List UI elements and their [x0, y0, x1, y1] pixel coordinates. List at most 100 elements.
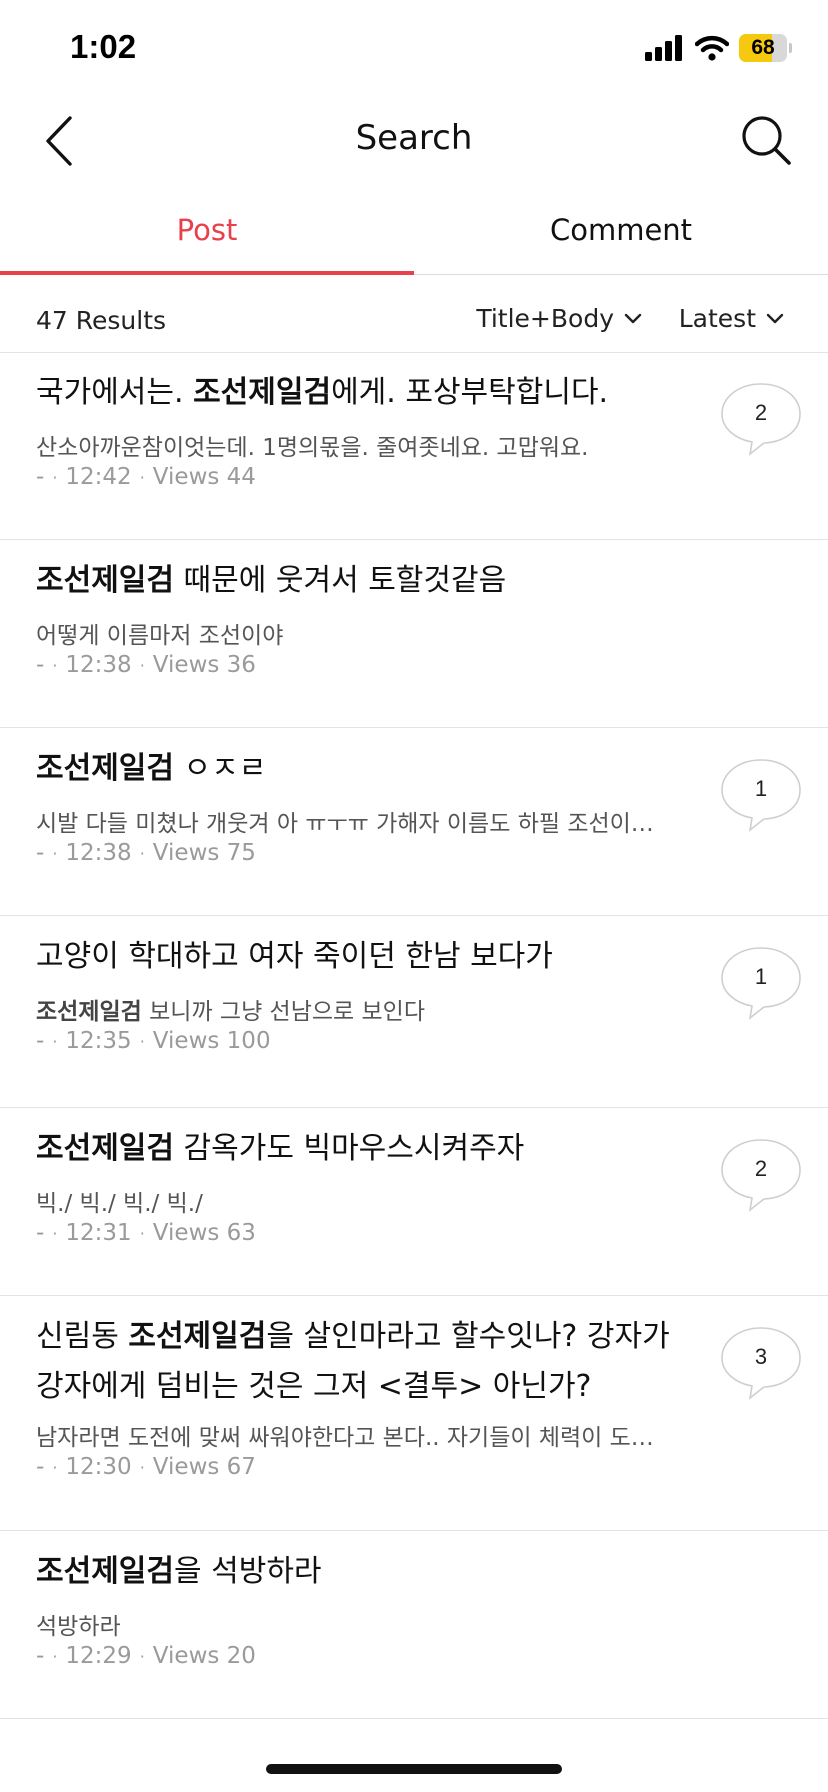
- post-title-text: 감옥가도 빅마우스시켜주자: [174, 1131, 525, 1166]
- post-views: Views 36: [152, 652, 256, 678]
- post-item[interactable]: 국가에서는. 조선제일검에게. 포상부탁합니다. 산소아까운참이엇는데. 1명의몫…: [0, 352, 828, 540]
- meta-separator: ·: [139, 468, 145, 487]
- meta-separator: ·: [139, 1032, 145, 1051]
- post-views: Views 44: [152, 464, 256, 490]
- post-snippet: 어떻게 이름마저 조선이야: [36, 616, 686, 650]
- post-title-text: 에게. 포상부탁합니다.: [331, 375, 609, 410]
- post-author: -: [36, 840, 45, 866]
- tab-post[interactable]: Post: [0, 190, 414, 274]
- post-meta: - · 12:31 · Views 63: [36, 1220, 256, 1246]
- chevron-down-icon: [624, 313, 642, 323]
- search-field-label: Title+Body: [476, 304, 614, 333]
- post-snippet-keyword-highlight: 조선제일검: [36, 999, 142, 1025]
- post-meta: - · 12:29 · Views 20: [36, 1643, 256, 1669]
- comment-count: 1: [754, 964, 768, 989]
- post-snippet: 시발 다들 미쳤나 개웃겨 아 ㅠㅜㅠ 가해자 이름도 하필 조선이…: [36, 804, 686, 838]
- search-button[interactable]: [738, 112, 794, 168]
- post-title-text: ㅇㅈㄹ: [174, 751, 267, 786]
- battery-indicator: 68: [739, 34, 792, 62]
- post-meta: - · 12:38 · Views 36: [36, 652, 256, 678]
- post-item[interactable]: 조선제일검을 석방하라 석방하라 - · 12:29 · Views 20: [0, 1531, 828, 1719]
- search-field-dropdown[interactable]: Title+Body: [476, 304, 642, 333]
- results-count: 47 Results: [36, 306, 167, 335]
- post-snippet: 산소아까운참이엇는데. 1명의몫을. 줄여좃네요. 고맙워요.: [36, 428, 686, 462]
- meta-separator: ·: [52, 656, 58, 675]
- post-time: 12:38: [65, 652, 132, 678]
- comment-count: 2: [754, 400, 768, 425]
- battery-level: 68: [751, 36, 775, 59]
- post-title-text: 을 석방하라: [174, 1554, 322, 1589]
- comment-count: 1: [754, 776, 768, 801]
- post-meta: - · 12:30 · Views 67: [36, 1454, 256, 1480]
- post-author: -: [36, 1454, 45, 1480]
- post-snippet: 조선제일검 보니까 그냥 선남으로 보인다: [36, 992, 686, 1026]
- post-author: -: [36, 1220, 45, 1246]
- post-title-keyword-highlight: 조선제일검: [36, 1554, 174, 1589]
- wifi-icon: [695, 35, 729, 61]
- post-meta: - · 12:35 · Views 100: [36, 1028, 271, 1054]
- post-time: 12:38: [65, 840, 132, 866]
- meta-separator: ·: [52, 468, 58, 487]
- post-author: -: [36, 652, 45, 678]
- home-indicator: [266, 1764, 562, 1774]
- meta-separator: ·: [52, 1032, 58, 1051]
- post-title: 조선제일검 감옥가도 빅마우스시켜주자: [36, 1124, 676, 1174]
- post-item[interactable]: 조선제일검 때문에 웃겨서 토할것같음 어떻게 이름마저 조선이야 - · 12:38 ·…: [0, 540, 828, 728]
- status-icons: 68: [645, 34, 792, 62]
- post-title-keyword-highlight: 조선제일검: [128, 1319, 267, 1354]
- meta-separator: ·: [52, 844, 58, 863]
- post-title-keyword-highlight: 조선제일검: [193, 375, 332, 410]
- status-bar: 1:02 68: [0, 0, 828, 100]
- post-snippet-text: 석방하라: [36, 1614, 121, 1640]
- filter-row: 47 Results Title+Body Latest: [0, 296, 828, 353]
- post-title-text: 신림동: [36, 1319, 129, 1354]
- post-views: Views 100: [152, 1028, 271, 1054]
- post-time: 12:29: [65, 1643, 132, 1669]
- post-title-keyword-highlight: 조선제일검: [36, 1131, 174, 1166]
- meta-separator: ·: [139, 656, 145, 675]
- post-meta: - · 12:42 · Views 44: [36, 464, 256, 490]
- nav-bar: Search: [0, 100, 828, 180]
- post-title: 고양이 학대하고 여자 죽이던 한남 보다가: [36, 932, 676, 982]
- meta-separator: ·: [139, 1647, 145, 1666]
- search-icon: [742, 116, 791, 165]
- post-time: 12:42: [65, 464, 132, 490]
- post-item[interactable]: 조선제일검 감옥가도 빅마우스시켜주자 빅./ 빅./ 빅./ 빅./- · 12:3…: [0, 1108, 828, 1296]
- post-item[interactable]: 고양이 학대하고 여자 죽이던 한남 보다가조선제일검 보니까 그냥 선남으로 …: [0, 916, 828, 1108]
- active-tab-indicator: [0, 271, 414, 275]
- meta-separator: ·: [52, 1458, 58, 1477]
- post-title-text: 고양이 학대하고 여자 죽이던 한남 보다가: [36, 939, 553, 974]
- comment-count-badge: 1: [720, 758, 802, 832]
- comment-count: 2: [754, 1156, 768, 1181]
- meta-separator: ·: [52, 1224, 58, 1243]
- post-snippet: 남자라면 도전에 맞써 싸워야한다고 본다.. 자기들이 체력이 도…: [36, 1418, 686, 1452]
- post-author: -: [36, 1028, 45, 1054]
- comment-count-badge: 1: [720, 946, 802, 1020]
- tab-bar: Post Comment: [0, 190, 828, 275]
- post-item[interactable]: 조선제일검 ㅇㅈㄹ 시발 다들 미쳤나 개웃겨 아 ㅠㅜㅠ 가해자 이름도 하필 …: [0, 728, 828, 916]
- meta-separator: ·: [139, 1458, 145, 1477]
- meta-separator: ·: [139, 1224, 145, 1243]
- sort-dropdown[interactable]: Latest: [679, 304, 784, 333]
- post-list: 국가에서는. 조선제일검에게. 포상부탁합니다. 산소아까운참이엇는데. 1명의몫…: [0, 352, 828, 1719]
- chevron-down-icon: [766, 313, 784, 323]
- post-item[interactable]: 신림동 조선제일검을 살인마라고 할수잇나? 강자가 강자에게 덤비는 것은 그…: [0, 1296, 828, 1531]
- tab-comment[interactable]: Comment: [414, 190, 828, 274]
- post-title: 국가에서는. 조선제일검에게. 포상부탁합니다.: [36, 368, 676, 418]
- comment-count-badge: 2: [720, 1138, 802, 1212]
- post-author: -: [36, 464, 45, 490]
- post-title: 조선제일검 때문에 웃겨서 토할것같음: [36, 556, 676, 606]
- status-time: 1:02: [70, 28, 137, 65]
- post-views: Views 20: [152, 1643, 256, 1669]
- post-time: 12:35: [65, 1028, 132, 1054]
- meta-separator: ·: [52, 1647, 58, 1666]
- meta-separator: ·: [139, 844, 145, 863]
- post-snippet: 석방하라: [36, 1607, 686, 1641]
- post-title-text: 국가에서는.: [36, 375, 194, 410]
- post-snippet-text: 어떻게 이름마저 조선이야: [36, 623, 284, 649]
- post-title: 조선제일검 ㅇㅈㄹ: [36, 744, 676, 794]
- post-views: Views 63: [152, 1220, 256, 1246]
- post-views: Views 67: [152, 1454, 256, 1480]
- post-title-keyword-highlight: 조선제일검: [36, 563, 174, 598]
- post-meta: - · 12:38 · Views 75: [36, 840, 256, 866]
